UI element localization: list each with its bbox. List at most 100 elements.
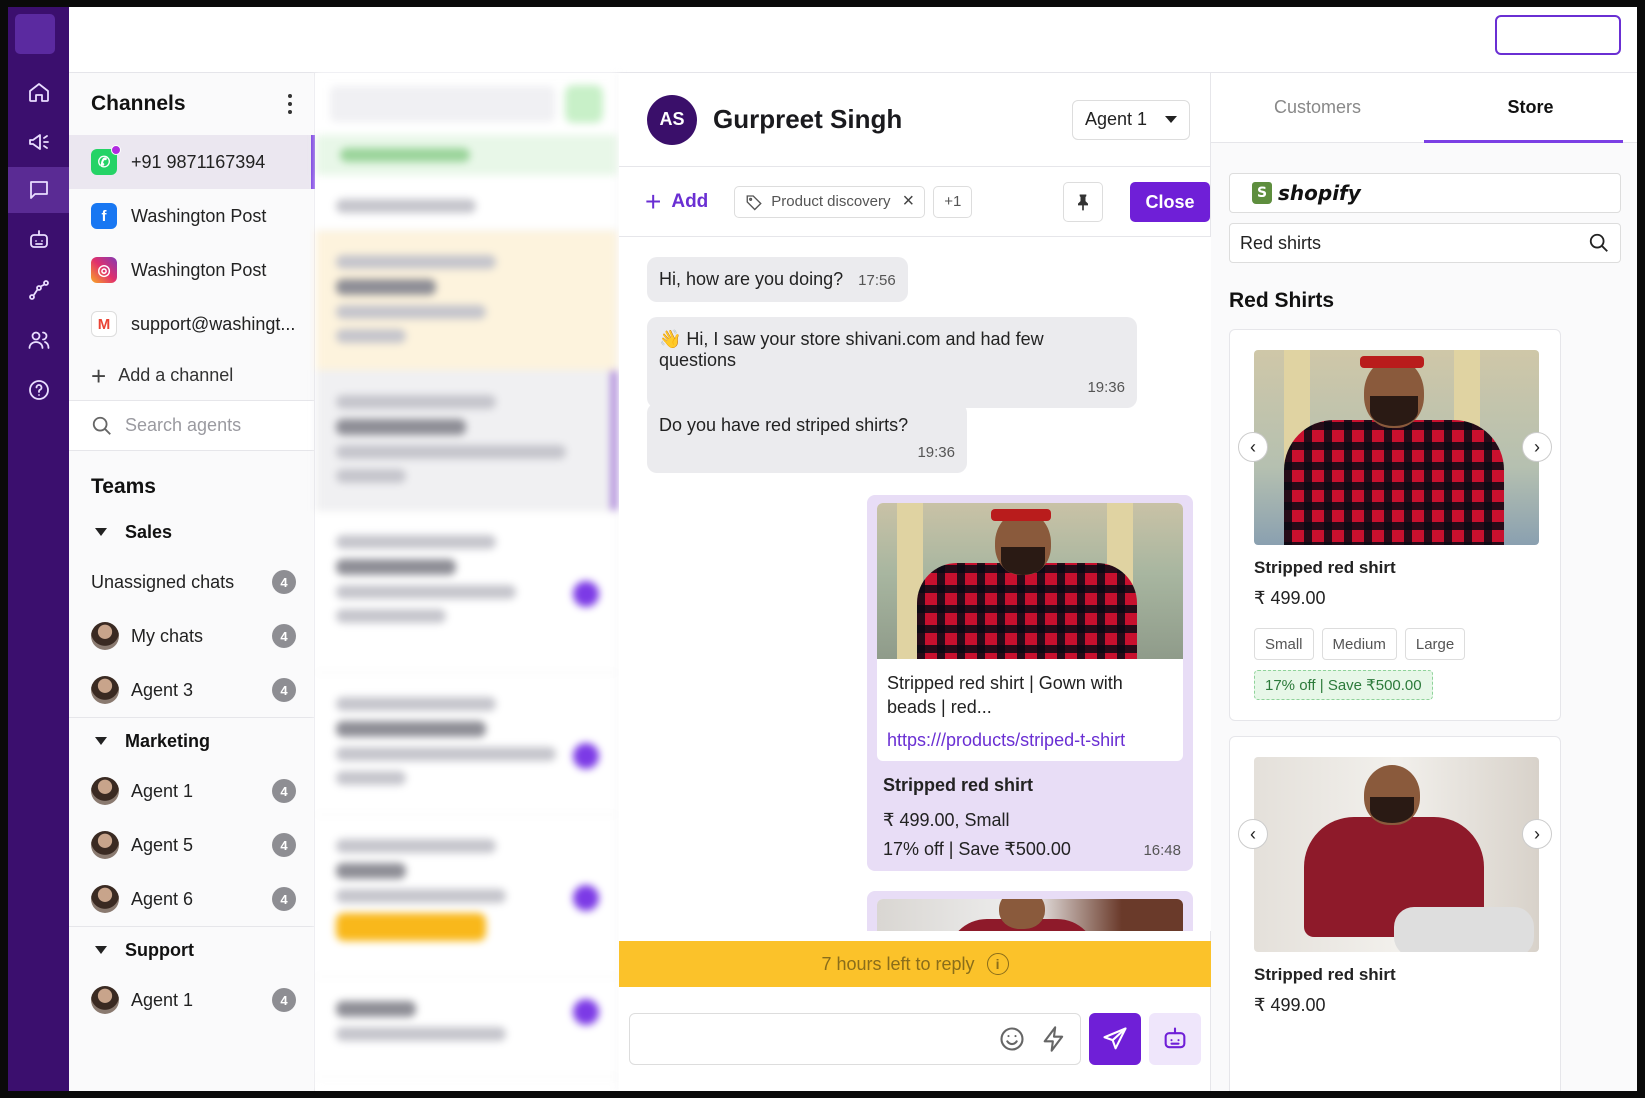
close-chat-button[interactable]: Close (1130, 182, 1210, 222)
conversation-card[interactable] (316, 511, 617, 673)
nav-home[interactable] (8, 69, 69, 115)
incoming-message: Hi, how are you doing? 17:56 (647, 257, 908, 302)
more-tags-button[interactable]: +1 (933, 185, 973, 218)
send-button[interactable] (1089, 1013, 1141, 1065)
conversation-card[interactable] (316, 231, 617, 371)
conversation-search[interactable] (316, 73, 617, 135)
count-badge: 4 (272, 887, 296, 911)
product-price: ₹ 499.00 (1254, 995, 1326, 1015)
nav-chats[interactable] (8, 167, 69, 213)
store-platform-select[interactable]: S shopify (1229, 173, 1621, 213)
product-search-value: Red shirts (1240, 232, 1322, 253)
chat-panel: AS Gurpreet Singh Agent 1 + Add Product … (619, 73, 1211, 1091)
search-agents-placeholder: Search agents (125, 415, 242, 435)
channel-instagram[interactable]: ◎ Washington Post (69, 243, 314, 297)
nav-flows[interactable] (8, 267, 69, 313)
instagram-icon: ◎ (91, 257, 117, 283)
shopify-bag-icon: S (1252, 182, 1272, 204)
product-search-input[interactable]: Red shirts (1229, 223, 1621, 263)
filter-icon[interactable] (565, 85, 603, 123)
carousel-prev-button[interactable]: ‹ (1238, 819, 1268, 849)
nav-help[interactable] (8, 367, 69, 413)
carousel-prev-button[interactable]: ‹ (1238, 432, 1268, 462)
size-option[interactable]: Large (1404, 628, 1466, 660)
nav-contacts[interactable] (8, 317, 69, 363)
product-image (877, 503, 1183, 659)
team-row-agent[interactable]: Agent 1 4 (69, 764, 314, 818)
top-action-button[interactable] (1495, 15, 1621, 55)
team-row-my-chats[interactable]: My chats 4 (69, 609, 314, 663)
tab-customers[interactable]: Customers (1211, 73, 1424, 142)
product-card[interactable]: Stripped red shirt | Gown with beads | r… (877, 503, 1183, 761)
offer-badge: 17% off | Save ₹500.00 (1254, 670, 1433, 700)
pin-icon (1078, 194, 1088, 211)
team-row-agent[interactable]: Agent 6 4 (69, 872, 314, 926)
flow-icon (28, 280, 49, 300)
avatar (91, 777, 119, 805)
message-composer (619, 987, 1211, 1091)
platform-name: shopify (1278, 181, 1361, 205)
carousel-next-button[interactable]: › (1522, 819, 1552, 849)
conversation-card[interactable] (316, 371, 617, 511)
nav-bots[interactable] (8, 217, 69, 263)
close-icon[interactable]: × (903, 190, 915, 213)
count-badge: 4 (272, 624, 296, 648)
team-name: Sales (125, 521, 173, 542)
outgoing-price: ₹ 499.00, Small (883, 809, 1010, 830)
team-row-agent[interactable]: Agent 3 4 (69, 663, 314, 717)
team-row-label: Unassigned chats (91, 571, 235, 592)
add-tag-button[interactable]: + Add (645, 185, 709, 217)
info-icon[interactable]: i (986, 953, 1009, 975)
team-row-agent[interactable]: Agent 1 4 (69, 973, 314, 1027)
team-support-toggle[interactable]: Support (69, 927, 314, 973)
customer-name: Gurpreet Singh (713, 104, 903, 134)
message-time: 19:36 (1087, 379, 1125, 396)
conversation-card[interactable] (316, 815, 617, 977)
conversation-card[interactable] (316, 673, 617, 815)
shopify-logo: S shopify (1252, 181, 1361, 205)
carousel-next-button[interactable]: › (1522, 432, 1552, 462)
size-option[interactable]: Medium (1321, 628, 1397, 660)
app-logo[interactable] (15, 14, 55, 54)
team-marketing-toggle[interactable]: Marketing (69, 718, 314, 764)
filter-applied-chip[interactable] (316, 135, 617, 175)
bot-button[interactable] (1149, 1013, 1201, 1065)
channel-whatsapp[interactable]: ✆ +91 9871167394 (69, 135, 315, 189)
product-card[interactable]: ‹ › Stripped red shirt ₹ 499.00 (1229, 736, 1561, 1091)
incoming-message: 👋 Hi, I saw your store shivani.com and h… (647, 317, 1137, 408)
send-icon (1103, 1027, 1127, 1050)
more-options-icon[interactable] (288, 94, 292, 114)
conversation-card[interactable] (316, 977, 617, 1077)
home-icon (28, 83, 49, 102)
team-row-agent[interactable]: Agent 5 4 (69, 818, 314, 872)
add-tag-label: Add (671, 190, 709, 212)
size-option[interactable]: Small (1254, 628, 1314, 660)
team-row-unassigned[interactable]: Unassigned chats 4 (69, 555, 314, 609)
pin-button[interactable] (1063, 182, 1103, 222)
agent-select[interactable]: Agent 1 (1071, 99, 1190, 140)
quick-reply-icon[interactable] (1040, 1025, 1068, 1053)
message-input[interactable] (629, 1013, 1081, 1065)
channel-facebook[interactable]: f Washington Post (69, 189, 314, 243)
team-sales-toggle[interactable]: Sales (69, 509, 314, 555)
channel-gmail[interactable]: M support@washingt... (69, 297, 314, 351)
customer-avatar: AS (647, 94, 697, 145)
tag-chip[interactable]: Product discovery × (734, 185, 926, 218)
product-image (877, 899, 1183, 931)
count-badge: 4 (272, 678, 296, 702)
nav-campaigns[interactable] (8, 119, 69, 165)
product-link[interactable]: https:///products/striped-t-shirt (877, 730, 1183, 761)
emoji-icon[interactable] (998, 1025, 1026, 1053)
outgoing-product-message: Stripped red shirt | Gown with beads | r… (867, 495, 1193, 871)
tab-store[interactable]: Store (1424, 73, 1637, 143)
active-chats-row[interactable] (316, 175, 617, 231)
search-agents-input[interactable]: Search agents (69, 401, 314, 451)
facebook-icon: f (91, 203, 117, 229)
add-channel-button[interactable]: + Add a channel (69, 351, 314, 401)
plus-icon: + (645, 185, 662, 217)
product-card[interactable]: ‹ › Stripped red shirt ₹ 499.00 Small Me… (1229, 329, 1561, 721)
channels-panel: Channels ✆ +91 9871167394 f Washington P… (69, 73, 315, 1091)
chat-header: AS Gurpreet Singh Agent 1 (619, 73, 1210, 167)
search-icon[interactable] (1588, 232, 1610, 254)
caret-down-icon (95, 946, 107, 954)
